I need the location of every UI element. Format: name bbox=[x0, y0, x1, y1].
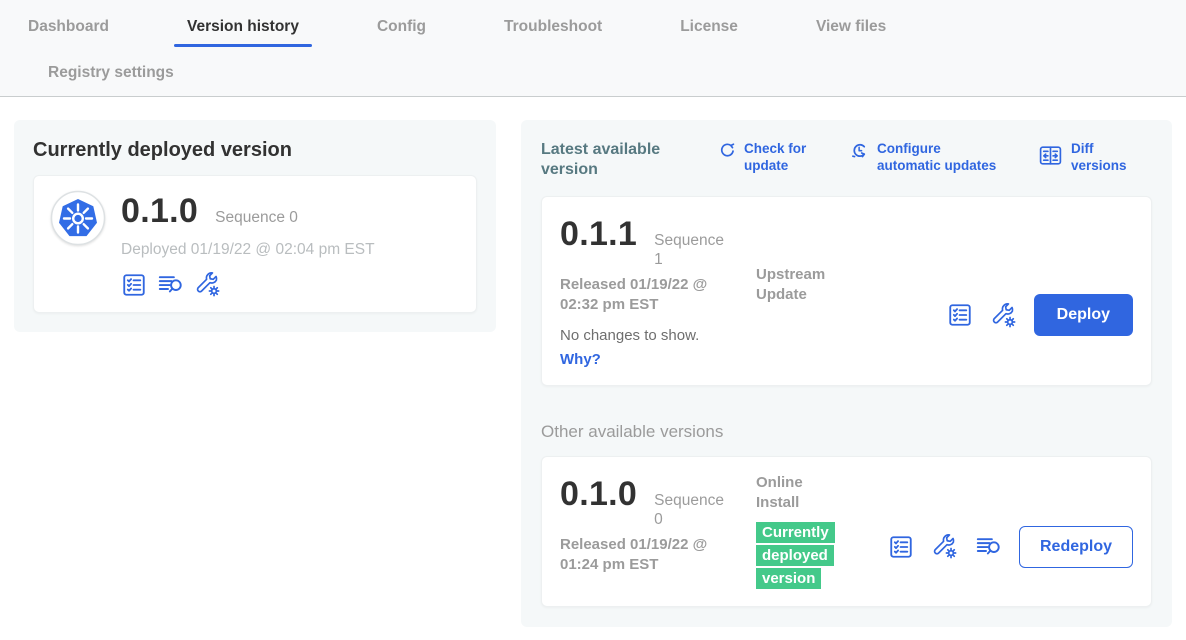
edit-config-icon[interactable] bbox=[194, 271, 221, 298]
deploy-button[interactable]: Deploy bbox=[1034, 294, 1133, 336]
tab-registry-settings[interactable]: Registry settings bbox=[48, 63, 174, 83]
preflight-checks-icon[interactable] bbox=[888, 534, 914, 560]
currently-deployed-badge: Currently deployed version bbox=[756, 521, 850, 590]
other-source-label: Online Install bbox=[756, 473, 840, 513]
configure-automatic-updates-label: Configure automatic updates bbox=[877, 140, 1002, 174]
diff-versions-link[interactable]: Diff versions bbox=[1038, 140, 1152, 174]
diff-versions-label: Diff versions bbox=[1071, 140, 1152, 174]
refresh-icon bbox=[717, 141, 736, 164]
deploy-logs-icon[interactable] bbox=[975, 533, 1002, 560]
other-version-info: 0.1.0 Sequence 0 Released 01/19/22 @ 01:… bbox=[560, 473, 756, 590]
latest-source-column: Upstream Update bbox=[756, 213, 947, 369]
check-for-update-link[interactable]: Check for update bbox=[717, 140, 814, 174]
deployed-sequence-label: Sequence 0 bbox=[215, 209, 298, 227]
other-version-number: 0.1.0 bbox=[560, 473, 637, 515]
latest-released-timestamp: Released 01/19/22 @ 02:32 pm EST bbox=[560, 275, 722, 315]
tab-troubleshoot[interactable]: Troubleshoot bbox=[504, 17, 602, 37]
tab-view-files[interactable]: View files bbox=[816, 17, 886, 37]
tab-license[interactable]: License bbox=[680, 17, 738, 37]
other-versions-title: Other available versions bbox=[541, 422, 1152, 442]
why-link[interactable]: Why? bbox=[560, 351, 601, 368]
latest-version-actions: Deploy bbox=[947, 261, 1133, 369]
latest-available-header: Latest available version Check for updat… bbox=[541, 140, 1152, 180]
deployed-version-card: 0.1.0 Sequence 0 Deployed 01/19/22 @ 02:… bbox=[33, 175, 477, 313]
version-actions: Check for update Configure automatic upd… bbox=[717, 140, 1152, 174]
edit-config-icon[interactable] bbox=[931, 533, 958, 560]
other-version-actions: Redeploy bbox=[888, 503, 1133, 590]
latest-available-title: Latest available version bbox=[541, 140, 683, 180]
preflight-checks-icon[interactable] bbox=[121, 272, 147, 298]
other-source-column: Online Install Currently deployed versio… bbox=[756, 473, 888, 590]
latest-sequence-label: Sequence 1 bbox=[654, 231, 730, 269]
tab-config[interactable]: Config bbox=[377, 17, 426, 37]
configure-automatic-updates-link[interactable]: Configure automatic updates bbox=[850, 140, 1002, 174]
main-content: Currently deployed version bbox=[0, 97, 1186, 627]
deployed-version-number: 0.1.0 bbox=[121, 190, 198, 232]
deployed-timestamp: Deployed 01/19/22 @ 02:04 pm EST bbox=[121, 241, 375, 259]
latest-version-info: 0.1.1 Sequence 1 Released 01/19/22 @ 02:… bbox=[560, 213, 756, 369]
deployed-version-details: 0.1.0 Sequence 0 Deployed 01/19/22 @ 02:… bbox=[121, 190, 375, 298]
currently-deployed-title: Currently deployed version bbox=[33, 139, 477, 162]
nav-row-secondary: Registry settings bbox=[0, 63, 1186, 96]
diff-icon bbox=[1038, 143, 1063, 172]
kubernetes-logo-icon bbox=[50, 190, 106, 246]
redeploy-button[interactable]: Redeploy bbox=[1019, 526, 1133, 568]
tab-dashboard[interactable]: Dashboard bbox=[28, 17, 109, 37]
deploy-logs-icon[interactable] bbox=[157, 271, 184, 298]
other-released-timestamp: Released 01/19/22 @ 01:24 pm EST bbox=[560, 535, 722, 575]
nav-row-primary: Dashboard Version history Config Trouble… bbox=[0, 17, 1186, 47]
preflight-checks-icon[interactable] bbox=[947, 302, 973, 328]
schedule-icon bbox=[850, 141, 869, 164]
latest-version-number: 0.1.1 bbox=[560, 213, 637, 255]
no-changes-text: No changes to show. bbox=[560, 327, 756, 344]
check-for-update-label: Check for update bbox=[744, 140, 814, 174]
currently-deployed-badge-text: Currently deployed version bbox=[756, 522, 835, 589]
other-version-card: 0.1.0 Sequence 0 Released 01/19/22 @ 01:… bbox=[541, 456, 1152, 607]
edit-config-icon[interactable] bbox=[990, 302, 1017, 329]
top-navigation: Dashboard Version history Config Trouble… bbox=[0, 0, 1186, 97]
other-sequence-label: Sequence 0 bbox=[654, 491, 730, 529]
latest-version-card: 0.1.1 Sequence 1 Released 01/19/22 @ 02:… bbox=[541, 196, 1152, 386]
tab-version-history[interactable]: Version history bbox=[187, 17, 299, 47]
latest-source-label: Upstream Update bbox=[756, 265, 840, 305]
currently-deployed-panel: Currently deployed version bbox=[14, 120, 496, 332]
available-versions-panel: Latest available version Check for updat… bbox=[521, 120, 1172, 627]
